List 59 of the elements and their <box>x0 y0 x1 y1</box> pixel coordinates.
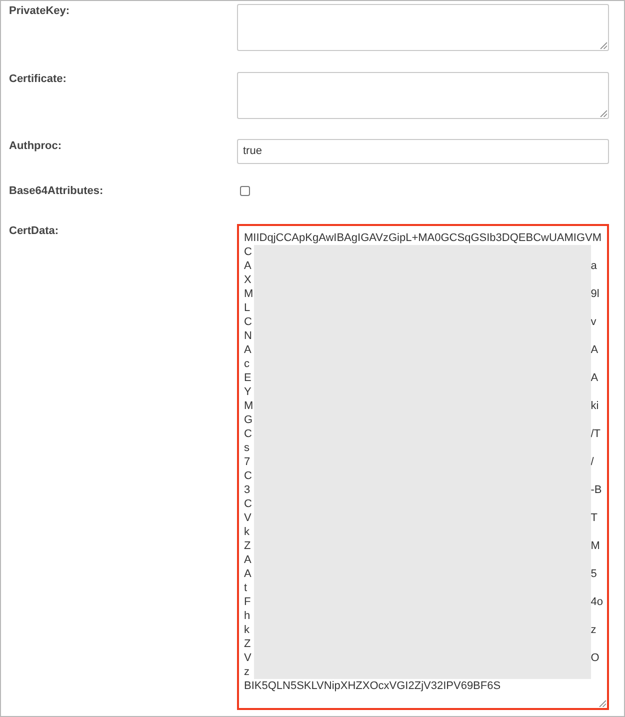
text-fragment: X <box>244 273 252 287</box>
text-fragment: N <box>244 329 252 343</box>
text-fragment: O <box>590 651 600 665</box>
text-fragment: a <box>590 259 597 273</box>
text-line: BIK5QLN5SKLVNipXHZXOcxVGI2ZjV32IPV69BF6S <box>244 679 501 693</box>
field-label: Authproc: <box>8 139 63 153</box>
text-fragment: M <box>590 539 600 553</box>
text-fragment: M <box>244 399 254 413</box>
text-fragment: z <box>590 623 596 637</box>
text-fragment: C <box>244 427 252 441</box>
text-fragment: 9l <box>590 287 600 301</box>
text-fragment: / <box>590 455 594 469</box>
text-fragment: C <box>244 469 252 483</box>
text-fragment: A <box>244 343 252 357</box>
field-label: PrivateKey: <box>8 4 71 18</box>
resize-handle-icon[interactable] <box>599 700 606 707</box>
text-fragment: C <box>244 315 252 329</box>
text-fragment: c <box>244 357 250 371</box>
text-fragment: V <box>244 511 252 525</box>
text-fragment: F <box>244 595 251 609</box>
text-fragment: 7 <box>244 455 250 469</box>
text-fragment: Z <box>244 637 251 651</box>
text-fragment: k <box>244 525 250 539</box>
text-fragment: A <box>244 553 252 567</box>
field-label: Base64Attributes: <box>8 184 104 198</box>
text-fragment: G <box>244 413 253 427</box>
text-fragment: L <box>244 301 250 315</box>
field-label: CertData: <box>8 224 60 238</box>
resize-handle-icon[interactable] <box>600 42 607 49</box>
text-fragment: A <box>590 371 598 385</box>
text-fragment: t <box>244 581 248 595</box>
text-fragment: E <box>244 371 252 385</box>
text-fragment: 5 <box>590 567 597 581</box>
text-fragment: M <box>244 287 254 301</box>
text-fragment: /T <box>590 427 601 441</box>
text-fragment: v <box>590 315 596 329</box>
text-fragment: -B <box>590 483 602 497</box>
text-fragment: h <box>244 609 250 623</box>
field-label: Certificate: <box>8 72 68 86</box>
text-fragment: 3 <box>244 483 250 497</box>
text-fragment: ki <box>590 399 599 413</box>
text-fragment: 4o <box>590 595 603 609</box>
text-fragment: V <box>244 651 252 665</box>
text-fragment: A <box>244 259 252 273</box>
text-fragment: z <box>244 665 250 679</box>
text-fragment: C <box>244 497 252 511</box>
text-area[interactable]: MIIDqjCCApKgAwIBAgIGAVzGipL+MA0GCSqGSIb3DQEBCwUAMIGVM C A a X M 9l L C v N A A c E A Y M ki G C /T s 7 / C 3 -B C V T k Z M A A 5 t F 4o h k z Z V O z BIK5QLN5SKLVNipXHZXOcxVGI2ZjV32IPV69BF6S <box>237 224 609 710</box>
text-fragment: Z <box>244 539 251 553</box>
checkbox[interactable] <box>240 186 250 196</box>
text-field[interactable]: true <box>237 139 609 164</box>
text-fragment: A <box>244 567 252 581</box>
text-fragment: k <box>244 623 250 637</box>
text-fragment: Y <box>244 385 252 399</box>
text-fragment: T <box>590 511 598 525</box>
text-fragment: s <box>244 441 250 455</box>
text-fragment: C <box>244 245 252 259</box>
text-line: MIIDqjCCApKgAwIBAgIGAVzGipL+MA0GCSqGSIb3DQEBCwUAMIGVM <box>244 231 602 245</box>
resize-handle-icon[interactable] <box>600 110 607 117</box>
text-fragment: A <box>590 343 598 357</box>
